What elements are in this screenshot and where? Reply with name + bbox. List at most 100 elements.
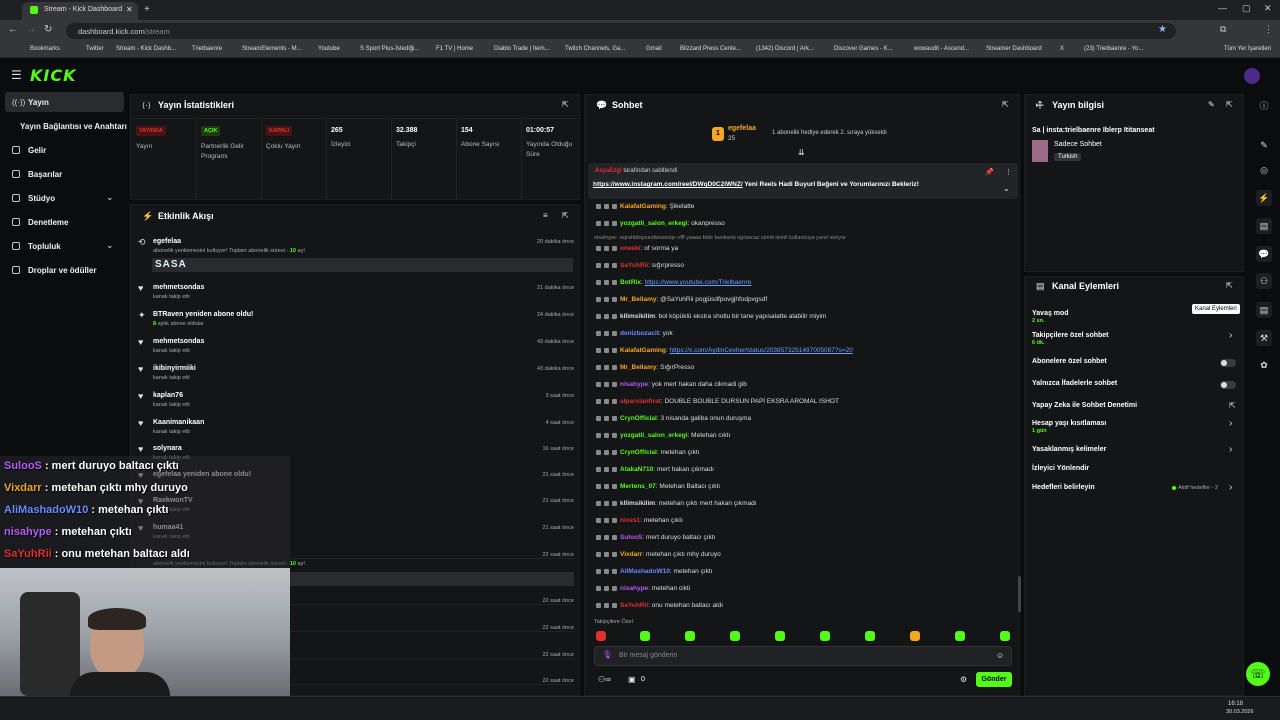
extensions-icon[interactable]: ⧉ bbox=[1220, 24, 1226, 35]
toggle-switch[interactable] bbox=[1220, 381, 1236, 389]
ban-shield-icon[interactable] bbox=[612, 296, 617, 302]
action-item[interactable]: Yavaş mod bbox=[1032, 310, 1069, 317]
trash-icon[interactable] bbox=[596, 551, 601, 557]
info-icon[interactable]: ⓘ bbox=[1256, 98, 1272, 114]
timeout-icon[interactable] bbox=[604, 602, 609, 608]
reload-icon[interactable]: ↻ bbox=[44, 24, 52, 35]
browser-menu-icon[interactable]: ⋮ bbox=[1264, 24, 1273, 35]
trash-icon[interactable] bbox=[596, 330, 601, 336]
chat-scrollbar[interactable] bbox=[1018, 576, 1021, 612]
timeout-icon[interactable] bbox=[604, 551, 609, 557]
timeout-icon[interactable] bbox=[604, 432, 609, 438]
edit-pencil-icon[interactable]: ✎ bbox=[1208, 100, 1215, 109]
trash-icon[interactable] bbox=[596, 203, 601, 209]
chevron-down-icon[interactable]: ⌄ bbox=[106, 192, 114, 203]
popout-icon[interactable]: ⇱ bbox=[562, 100, 569, 109]
category-name[interactable]: Sadece Sohbet bbox=[1054, 141, 1102, 148]
chat-username[interactable]: CrynOfficial bbox=[620, 415, 657, 422]
chat-username[interactable]: Mr_Bellamy bbox=[620, 364, 657, 371]
ban-shield-icon[interactable] bbox=[612, 398, 617, 404]
timeout-icon[interactable] bbox=[604, 398, 609, 404]
timeout-icon[interactable] bbox=[604, 203, 609, 209]
timeout-icon[interactable] bbox=[604, 483, 609, 489]
trash-icon[interactable] bbox=[596, 517, 601, 523]
bookmark-item[interactable]: (23) Trielbaenre - Yo... bbox=[1084, 46, 1143, 52]
sidebar-item-studyo[interactable]: Stüdyo bbox=[28, 194, 55, 203]
chat-username[interactable]: SaYuhRii bbox=[620, 262, 648, 269]
event-name[interactable]: mehmetsondas bbox=[153, 284, 204, 291]
edit-icon[interactable]: ✎ bbox=[1256, 137, 1272, 153]
minimize-icon[interactable]: — bbox=[1218, 3, 1227, 13]
send-button[interactable]: Gönder bbox=[976, 672, 1012, 687]
trash-icon[interactable] bbox=[596, 313, 601, 319]
ban-shield-icon[interactable] bbox=[612, 534, 617, 540]
popout-icon[interactable]: ⇱ bbox=[1226, 281, 1233, 290]
more-icon[interactable]: ⋮ bbox=[1005, 168, 1012, 176]
sidebar-item-droplar[interactable]: Droplar ve ödüller bbox=[28, 266, 96, 275]
action-item[interactable]: İzleyici Yönlendir bbox=[1032, 465, 1089, 472]
bookmark-item[interactable]: Bookmarks bbox=[30, 46, 60, 52]
action-item[interactable]: Hedefleri belirleyin bbox=[1032, 484, 1095, 491]
sidebar-item-gelir[interactable]: Gelir bbox=[28, 146, 46, 155]
chat-username[interactable]: AtakaN710 bbox=[620, 466, 653, 473]
back-icon[interactable]: ← bbox=[8, 24, 18, 35]
timeout-icon[interactable] bbox=[604, 585, 609, 591]
trash-icon[interactable] bbox=[596, 483, 601, 489]
action-item[interactable]: Takipçilere özel sohbet bbox=[1032, 332, 1109, 339]
timeout-icon[interactable] bbox=[604, 296, 609, 302]
emote-icon[interactable] bbox=[910, 631, 920, 641]
chat-username[interactable]: oneeki bbox=[620, 245, 641, 252]
emote-icon[interactable] bbox=[865, 631, 875, 641]
chat-username[interactable]: BotRix bbox=[620, 279, 641, 286]
ban-shield-icon[interactable] bbox=[612, 313, 617, 319]
close-tab-icon[interactable]: ✕ bbox=[126, 5, 133, 14]
users-icon[interactable]: ⚇∞ bbox=[598, 675, 611, 684]
bookmark-item[interactable]: F1 TV | Home bbox=[436, 46, 473, 52]
ban-shield-icon[interactable] bbox=[612, 500, 617, 506]
timeout-icon[interactable] bbox=[604, 245, 609, 251]
ban-shield-icon[interactable] bbox=[612, 330, 617, 336]
popout-icon[interactable]: ⇱ bbox=[1226, 100, 1233, 109]
chevron-right-icon[interactable]: › bbox=[1229, 444, 1232, 455]
chat-username[interactable]: KalafatGaming bbox=[620, 347, 666, 354]
bookmark-item[interactable]: Stream - Kick Dashb... bbox=[116, 46, 176, 52]
ban-shield-icon[interactable] bbox=[612, 483, 617, 489]
filter-icon[interactable]: ≡ bbox=[543, 211, 548, 220]
pin-icon[interactable]: 📌 bbox=[985, 168, 994, 176]
ban-shield-icon[interactable] bbox=[612, 602, 617, 608]
emote-icon[interactable] bbox=[596, 631, 606, 641]
bookmark-item[interactable]: S Sport Plus-İstediği... bbox=[360, 46, 419, 52]
chat-username[interactable]: Mertens_07 bbox=[620, 483, 656, 490]
close-window-icon[interactable]: ✕ bbox=[1264, 3, 1272, 14]
chat-username[interactable]: alparslanfirat bbox=[620, 398, 661, 405]
chat-username[interactable]: denizbozacit bbox=[620, 330, 659, 337]
trash-icon[interactable] bbox=[596, 220, 601, 226]
gift-icon[interactable]: ▣ bbox=[628, 675, 636, 684]
bookmark-star-icon[interactable]: ★ bbox=[1158, 24, 1167, 35]
ban-shield-icon[interactable] bbox=[612, 364, 617, 370]
emote-icon[interactable] bbox=[1000, 631, 1010, 641]
emote-icon[interactable] bbox=[955, 631, 965, 641]
event-name[interactable]: solynara bbox=[153, 445, 182, 452]
trash-icon[interactable] bbox=[596, 466, 601, 472]
event-name[interactable]: Kaanimanikaan bbox=[153, 419, 204, 426]
trash-icon[interactable] bbox=[596, 245, 601, 251]
trash-icon[interactable] bbox=[596, 415, 601, 421]
chevron-down-icon[interactable]: ⌄ bbox=[106, 240, 114, 251]
sidebar-item-yayin[interactable]: Yayın bbox=[28, 98, 49, 107]
timeout-icon[interactable] bbox=[604, 466, 609, 472]
sidebar-item-denetleme[interactable]: Denetleme bbox=[28, 218, 68, 227]
bookmark-item[interactable]: Streamer Dashboard bbox=[986, 46, 1042, 52]
bookmark-item[interactable]: Trielbaenre bbox=[192, 46, 222, 52]
ban-shield-icon[interactable] bbox=[612, 203, 617, 209]
chat-link[interactable]: https://x.com/AydinCevher/status/2038573… bbox=[670, 347, 853, 354]
browser-tab[interactable]: Stream - Kick Dashboard ✕ bbox=[22, 2, 138, 20]
mic-icon[interactable]: 🎙 bbox=[602, 650, 612, 659]
trash-icon[interactable] bbox=[596, 602, 601, 608]
maximize-icon[interactable]: ▢ bbox=[1242, 3, 1251, 14]
wrench-icon[interactable]: ⚒ bbox=[1256, 330, 1272, 346]
bookmark-item[interactable]: StreamElements - M... bbox=[242, 46, 302, 52]
chevron-right-icon[interactable]: › bbox=[1229, 330, 1232, 341]
timeout-icon[interactable] bbox=[604, 364, 609, 370]
emote-icon[interactable] bbox=[775, 631, 785, 641]
